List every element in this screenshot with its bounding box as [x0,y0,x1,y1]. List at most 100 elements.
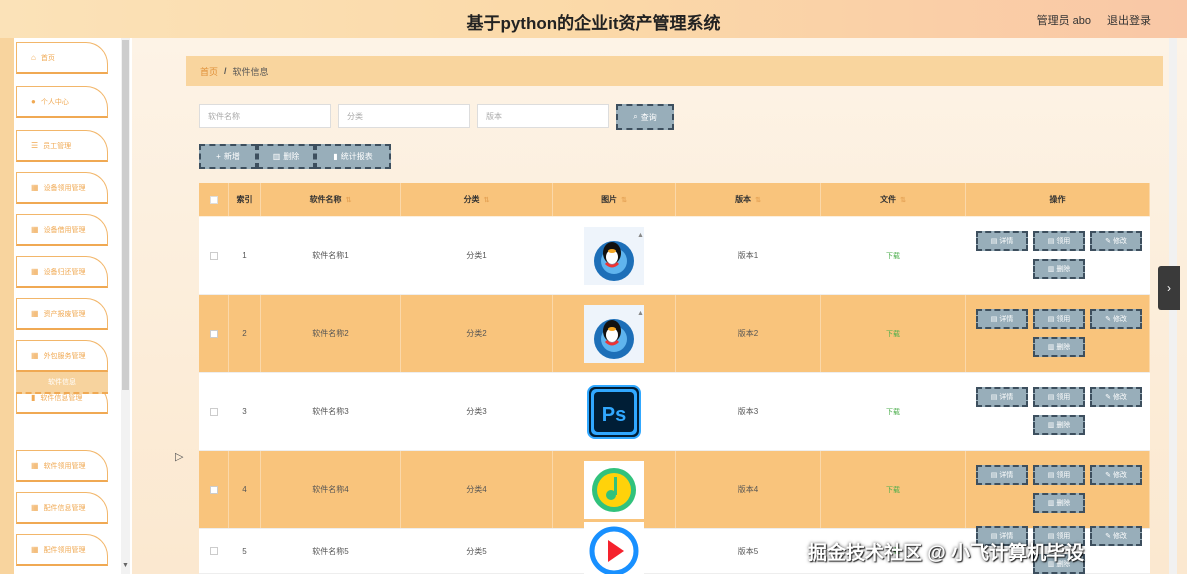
row-checkbox[interactable] [209,407,218,416]
row-version: 版本4 [676,451,821,528]
sidebar-subitem-software-info[interactable]: 软件信息 [16,372,108,394]
stats-report-button[interactable]: ▮ 统计报表 [315,144,391,169]
version-input[interactable]: 版本 [477,104,609,128]
software-image[interactable]: ▲ [583,303,645,365]
sidebar-item-5[interactable]: ▦ 设备借用管理 [16,214,108,246]
svg-text:▲: ▲ [637,310,644,317]
software-image[interactable]: Ps [583,381,645,443]
software-image[interactable] [583,459,645,521]
row-check-cell[interactable] [199,373,229,450]
logout-link[interactable]: 退出登录 [1107,12,1151,28]
detail-button-label: 详情 [999,315,1014,323]
sidebar-item-label: 首页 [40,54,55,62]
header-version[interactable]: 版本 ⇅ [676,183,821,216]
table-row[interactable]: 2 软件名称2 分类2 ▲ 版本2 下载 ▤ 详情 ▤ 领用 ✎ 修改 ▥ 删除 [199,295,1150,373]
query-button[interactable]: ⌕ 查询 [616,104,674,130]
row-checkbox[interactable] [209,485,218,494]
sidebar-scroll-thumb[interactable] [122,40,129,390]
row-action-group: ▤ 详情 ▤ 领用 ✎ 修改 ▥ 删除 [966,217,1149,295]
sidebar-item-7[interactable]: ▦ 资产报废管理 [16,298,108,330]
edit-button[interactable]: ✎ 修改 [1090,230,1142,251]
download-link[interactable]: 下载 [886,485,900,495]
detail-button[interactable]: ▤ 详情 [976,464,1028,485]
detail-button[interactable]: ▤ 详情 [976,308,1028,329]
sidebar-item-label: 资产报废管理 [43,310,86,318]
sidebar-item-6[interactable]: ▦ 设备归还管理 [16,256,108,288]
software-name-input[interactable]: 软件名称 [199,104,331,128]
grid-icon: ▦ [31,351,39,360]
batch-delete-button[interactable]: ▥ 删除 [257,144,315,169]
row-delete-button[interactable]: ▥ 删除 [1033,258,1085,279]
row-check-cell[interactable] [199,529,229,573]
sidebar-item-12[interactable]: ▦ 配件领用管理 [16,534,108,566]
detail-button[interactable]: ▤ 详情 [976,230,1028,251]
expand-panel-icon[interactable]: › [1158,266,1180,310]
sidebar-item-2[interactable]: ● 个人中心 [16,86,108,118]
header-file[interactable]: 文件 ⇅ [821,183,966,216]
header-image[interactable]: 图片 ⇅ [553,183,676,216]
row-check-cell[interactable] [199,295,229,372]
row-name-value: 软件名称4 [312,485,349,494]
download-link[interactable]: 下载 [886,251,900,261]
edit-icon: ✎ [1105,533,1111,540]
breadcrumb-current: 软件信息 [232,66,269,77]
borrow-button[interactable]: ▤ 领用 [1033,464,1085,485]
sidebar-item-11[interactable]: ▦ 配件信息管理 [16,492,108,524]
row-version: 版本3 [676,373,821,450]
header-name[interactable]: 软件名称 ⇅ [261,183,401,216]
borrow-button[interactable]: ▤ 领用 [1033,230,1085,251]
sort-icon[interactable]: ⇅ [484,196,490,204]
detail-button[interactable]: ▤ 详情 [976,386,1028,407]
table-row[interactable]: 3 软件名称3 分类3 Ps 版本3 下载 ▤ 详情 ▤ 领用 ✎ 修改 ▥ 删除 [199,373,1150,451]
row-category-value: 分类3 [466,407,487,416]
edit-button[interactable]: ✎ 修改 [1090,386,1142,407]
header-category-label: 分类 [463,195,480,204]
select-all-cell[interactable] [199,183,229,216]
row-check-cell[interactable] [199,217,229,294]
sidebar-item-8[interactable]: ▦ 外包服务管理 [16,340,108,372]
row-checkbox[interactable] [209,547,218,555]
sort-icon[interactable]: ⇅ [755,196,761,204]
sort-icon[interactable]: ⇅ [346,196,352,204]
row-delete-button[interactable]: ▥ 删除 [1033,336,1085,357]
add-button[interactable]: + 新增 [199,144,257,169]
sidebar-item-1[interactable]: ⌂ 首页 [16,42,108,74]
category-input[interactable]: 分类 [338,104,470,128]
row-index-value: 4 [242,485,247,494]
row-delete-button[interactable]: ▥ 删除 [1033,414,1085,435]
header-category[interactable]: 分类 ⇅ [401,183,553,216]
row-index-value: 1 [242,251,247,260]
sort-icon[interactable]: ⇅ [621,196,627,204]
row-delete-button[interactable]: ▥ 删除 [1033,492,1085,513]
borrow-button[interactable]: ▤ 领用 [1033,308,1085,329]
edit-button[interactable]: ✎ 修改 [1090,464,1142,485]
chart-icon: ▮ [31,393,36,402]
top-header: 基于python的企业it资产管理系统 管理员 abo 退出登录 [0,0,1187,38]
download-link[interactable]: 下载 [886,407,900,417]
row-checkbox[interactable] [209,251,218,260]
sidebar-item-10[interactable]: ▦ 软件领用管理 [16,450,108,482]
table-row[interactable]: 1 软件名称1 分类1 ▲ 版本1 下载 ▤ 详情 ▤ 领用 ✎ 修改 ▥ 删除 [199,217,1150,295]
row-checkbox[interactable] [209,329,218,338]
scroll-down-icon[interactable]: ▼ [122,562,129,569]
edit-icon: ✎ [1105,315,1111,323]
borrow-icon: ▤ [1047,393,1055,401]
grid-icon: ▦ [31,503,39,512]
edit-button[interactable]: ✎ 修改 [1090,308,1142,329]
edit-button-label: 修改 [1112,533,1127,540]
header-action-label: 操作 [1049,195,1066,204]
borrow-button[interactable]: ▤ 领用 [1033,386,1085,407]
sort-icon[interactable]: ⇅ [900,196,906,204]
software-image[interactable] [583,520,645,582]
watermark: 掘金技术社区 @ 小飞计算机毕设 [808,543,1085,564]
software-image[interactable]: ▲ [583,225,645,287]
grid-icon: ▦ [31,225,39,234]
row-category-value: 分类1 [466,251,487,260]
download-link[interactable]: 下载 [886,329,900,339]
edit-button[interactable]: ✎ 修改 [1090,526,1142,546]
row-check-cell[interactable] [199,451,229,528]
breadcrumb-home[interactable]: 首页 [200,65,218,78]
sidebar-item-4[interactable]: ▦ 设备领用管理 [16,172,108,204]
sidebar-item-3[interactable]: ☰ 员工管理 [16,130,108,162]
select-all-checkbox[interactable] [209,195,218,204]
